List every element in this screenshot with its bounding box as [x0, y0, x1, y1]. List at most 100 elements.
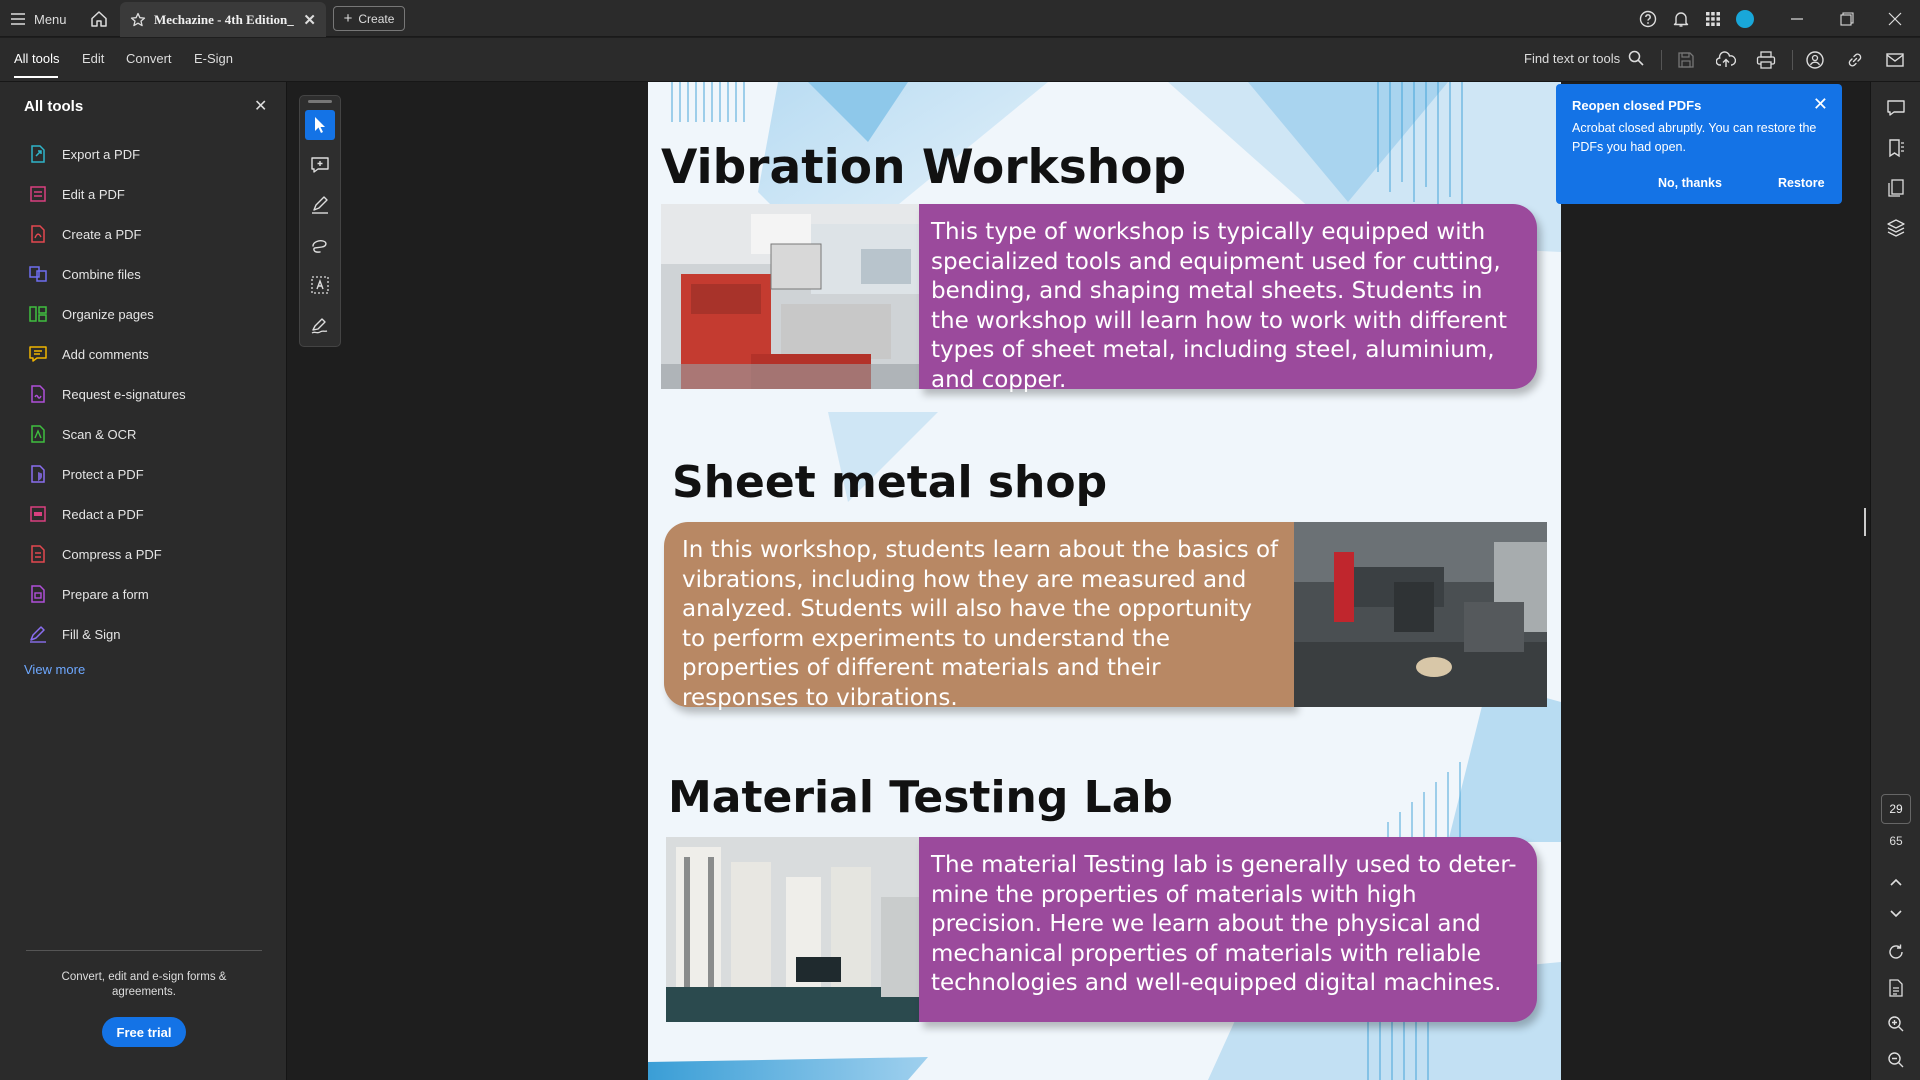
tool-item-redact-pdf[interactable]: Redact a PDF — [28, 499, 268, 529]
layers-icon[interactable] — [1884, 216, 1908, 240]
bell-icon[interactable] — [1670, 8, 1692, 30]
page-info-icon[interactable] — [1884, 976, 1908, 1000]
close-tab-icon[interactable]: ✕ — [303, 11, 316, 29]
tool-item-edit-pdf[interactable]: Edit a PDF — [28, 179, 268, 209]
tool-item-prepare-form[interactable]: Prepare a form — [28, 579, 268, 609]
request-esign-icon — [28, 384, 48, 404]
document-canvas[interactable]: Vibration Workshop This type of workshop… — [288, 82, 1876, 1080]
section-description: This type of workshop is typically equip… — [931, 219, 1508, 393]
create-pdf-icon — [28, 224, 48, 244]
share-user-icon[interactable] — [1803, 48, 1827, 72]
restore-window-icon[interactable] — [1836, 8, 1858, 30]
free-trial-button[interactable]: Free trial — [102, 1017, 186, 1047]
search-icon — [1628, 50, 1644, 66]
tool-item-combine-files[interactable]: Combine files — [28, 259, 268, 289]
hamburger-icon — [10, 12, 26, 26]
active-tab-indicator — [14, 76, 58, 78]
vertical-scrollbar[interactable] — [1864, 508, 1866, 536]
notification-body: Acrobat closed abruptly. You can restore… — [1572, 121, 1817, 154]
menu-button[interactable]: Menu — [10, 8, 67, 30]
zoom-in-icon[interactable] — [1884, 1012, 1908, 1036]
create-button[interactable]: + Create — [333, 6, 405, 31]
minimize-icon[interactable] — [1786, 8, 1808, 30]
workshop-photo — [661, 204, 919, 389]
section-heading: Material Testing Lab — [668, 772, 1173, 823]
close-notification-icon[interactable]: ✕ — [1813, 95, 1828, 113]
section-description-card: This type of workshop is typically equip… — [919, 204, 1537, 393]
document-tab[interactable]: Mechazine - 4th Edition_ ✕ — [120, 2, 326, 37]
main-toolbar: All tools Edit Convert E-Sign Find text … — [0, 38, 1920, 82]
document-tab-title: Mechazine - 4th Edition_ — [154, 11, 294, 27]
tool-item-create-pdf[interactable]: Create a PDF — [28, 219, 268, 249]
no-thanks-button[interactable]: No, thanks — [1658, 176, 1722, 190]
comments-panel-icon[interactable] — [1884, 96, 1908, 120]
tool-item-label: Compress a PDF — [62, 546, 162, 562]
panel-divider — [26, 950, 262, 951]
text-select-icon[interactable] — [305, 270, 335, 300]
bookmark-icon[interactable] — [1884, 136, 1908, 160]
redact-pdf-icon — [28, 504, 48, 524]
tool-item-label: Create a PDF — [62, 226, 142, 242]
tool-item-fill-sign[interactable]: Fill & Sign — [28, 619, 268, 649]
material-testing-lab-photo — [666, 837, 919, 1022]
pdf-page: Vibration Workshop This type of workshop… — [648, 82, 1561, 1080]
total-pages: 65 — [1889, 834, 1903, 848]
tab-all-tools[interactable]: All tools — [14, 51, 60, 66]
create-label: Create — [358, 11, 395, 26]
star-icon[interactable] — [130, 12, 146, 28]
previous-page-icon[interactable] — [1884, 870, 1908, 894]
user-avatar[interactable] — [1734, 8, 1756, 30]
right-rail: 29 65 — [1870, 82, 1920, 1080]
tool-item-add-comments[interactable]: Add comments — [28, 339, 268, 369]
draw-freeform-icon[interactable] — [305, 230, 335, 260]
print-icon[interactable] — [1754, 48, 1778, 72]
link-icon[interactable] — [1843, 48, 1867, 72]
fill-sign-icon — [28, 624, 48, 644]
restore-button[interactable]: Restore — [1778, 176, 1825, 190]
highlight-pen-icon[interactable] — [305, 190, 335, 220]
section-description-card: In this workshop, students learn about t… — [664, 522, 1294, 711]
upload-cloud-icon[interactable] — [1714, 48, 1738, 72]
tool-item-label: Fill & Sign — [62, 626, 121, 642]
section-description: The material Testing lab is generally us… — [931, 852, 1517, 996]
scan-ocr-icon — [28, 424, 48, 444]
email-icon[interactable] — [1883, 48, 1907, 72]
quick-tools-bar — [299, 95, 341, 347]
view-more-link[interactable]: View more — [24, 662, 85, 677]
tab-convert[interactable]: Convert — [126, 51, 172, 66]
tool-item-scan-ocr[interactable]: Scan & OCR — [28, 419, 268, 449]
tool-item-label: Prepare a form — [62, 586, 149, 602]
add-comment-icon[interactable] — [305, 150, 335, 180]
next-page-icon[interactable] — [1884, 902, 1908, 926]
section-description-card: The material Testing lab is generally us… — [919, 837, 1537, 1022]
edit-pdf-icon — [28, 184, 48, 204]
help-icon[interactable] — [1637, 8, 1659, 30]
toolbar-divider — [1661, 50, 1662, 70]
tool-item-organize-pages[interactable]: Organize pages — [28, 299, 268, 329]
sign-tool-icon[interactable] — [305, 310, 335, 340]
rotate-icon[interactable] — [1884, 940, 1908, 964]
zoom-out-icon[interactable] — [1884, 1048, 1908, 1072]
drag-handle[interactable] — [308, 100, 332, 103]
close-panel-icon[interactable]: ✕ — [254, 99, 268, 115]
find-text-or-tools[interactable]: Find text or tools — [1524, 50, 1644, 66]
tool-item-compress-pdf[interactable]: Compress a PDF — [28, 539, 268, 569]
select-tool-icon[interactable] — [305, 110, 335, 140]
notification-title: Reopen closed PDFs — [1572, 98, 1702, 113]
tool-item-request-esign[interactable]: Request e-signatures — [28, 379, 268, 409]
reopen-pdfs-notification: Reopen closed PDFs Acrobat closed abrupt… — [1556, 84, 1842, 204]
tool-item-protect-pdf[interactable]: Protect a PDF — [28, 459, 268, 489]
sheet-metal-shop-photo — [1294, 522, 1547, 707]
save-icon[interactable] — [1674, 48, 1698, 72]
tab-edit[interactable]: Edit — [82, 51, 104, 66]
tab-esign[interactable]: E-Sign — [194, 51, 233, 66]
apps-grid-icon[interactable] — [1702, 8, 1724, 30]
home-button[interactable] — [86, 6, 112, 32]
add-comments-icon — [28, 344, 48, 364]
tool-item-export-pdf[interactable]: Export a PDF — [28, 139, 268, 169]
plus-icon: + — [343, 9, 353, 27]
page-thumbnails-icon[interactable] — [1884, 176, 1908, 200]
current-page-input[interactable]: 29 — [1881, 794, 1911, 824]
close-window-icon[interactable] — [1884, 8, 1906, 30]
section-heading: Sheet metal shop — [672, 457, 1108, 508]
